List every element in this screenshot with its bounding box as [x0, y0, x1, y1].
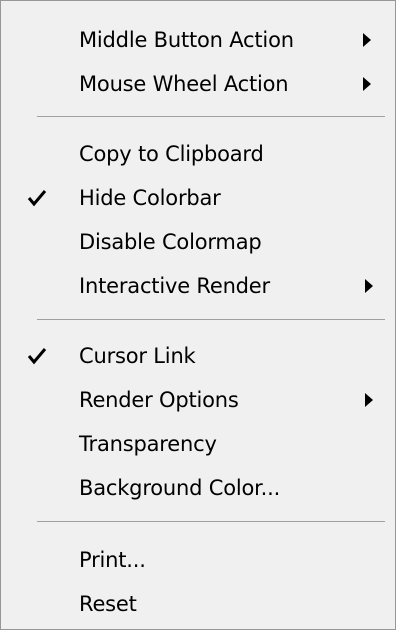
menu-item-label: Mouse Wheel Action — [79, 72, 289, 96]
menu-item-transparency[interactable]: Transparency — [1, 422, 395, 466]
menu-item-hide-colorbar[interactable]: Hide Colorbar — [1, 176, 395, 220]
menu-item-label: Cursor Link — [79, 344, 196, 368]
menu-item-label: Middle Button Action — [79, 28, 294, 52]
chevron-right-icon — [361, 62, 373, 106]
menu-item-copy-to-clipboard[interactable]: Copy to Clipboard — [1, 132, 395, 176]
menu-item-label: Disable Colormap — [79, 230, 262, 254]
menu-item-disable-colormap[interactable]: Disable Colormap — [1, 220, 395, 264]
menu-item-label: Transparency — [79, 432, 217, 456]
menu-item-cursor-link[interactable]: Cursor Link — [1, 334, 395, 378]
context-menu: Middle Button Action Mouse Wheel Action … — [0, 0, 396, 630]
menu-item-label: Interactive Render — [79, 274, 270, 298]
menu-item-label: Copy to Clipboard — [79, 142, 264, 166]
menu-item-label: Hide Colorbar — [79, 186, 221, 210]
menu-separator — [37, 116, 385, 117]
menu-item-mouse-wheel-action[interactable]: Mouse Wheel Action — [1, 62, 395, 106]
menu-item-interactive-render[interactable]: Interactive Render — [1, 264, 395, 308]
menu-item-background-color[interactable]: Background Color... — [1, 466, 395, 510]
checkmark-icon — [25, 334, 49, 378]
menu-item-label: Render Options — [79, 388, 239, 412]
menu-item-reset[interactable]: Reset — [1, 582, 395, 626]
menu-item-label: Background Color... — [79, 476, 281, 500]
checkmark-icon — [25, 176, 49, 220]
menu-item-label: Print... — [79, 548, 146, 572]
chevron-right-icon — [363, 264, 375, 308]
chevron-right-icon — [361, 18, 373, 62]
menu-separator — [37, 521, 385, 522]
menu-item-render-options[interactable]: Render Options — [1, 378, 395, 422]
menu-item-label: Reset — [79, 592, 137, 616]
menu-item-print[interactable]: Print... — [1, 538, 395, 582]
menu-separator — [37, 319, 385, 320]
menu-item-middle-button-action[interactable]: Middle Button Action — [1, 18, 395, 62]
chevron-right-icon — [363, 378, 375, 422]
